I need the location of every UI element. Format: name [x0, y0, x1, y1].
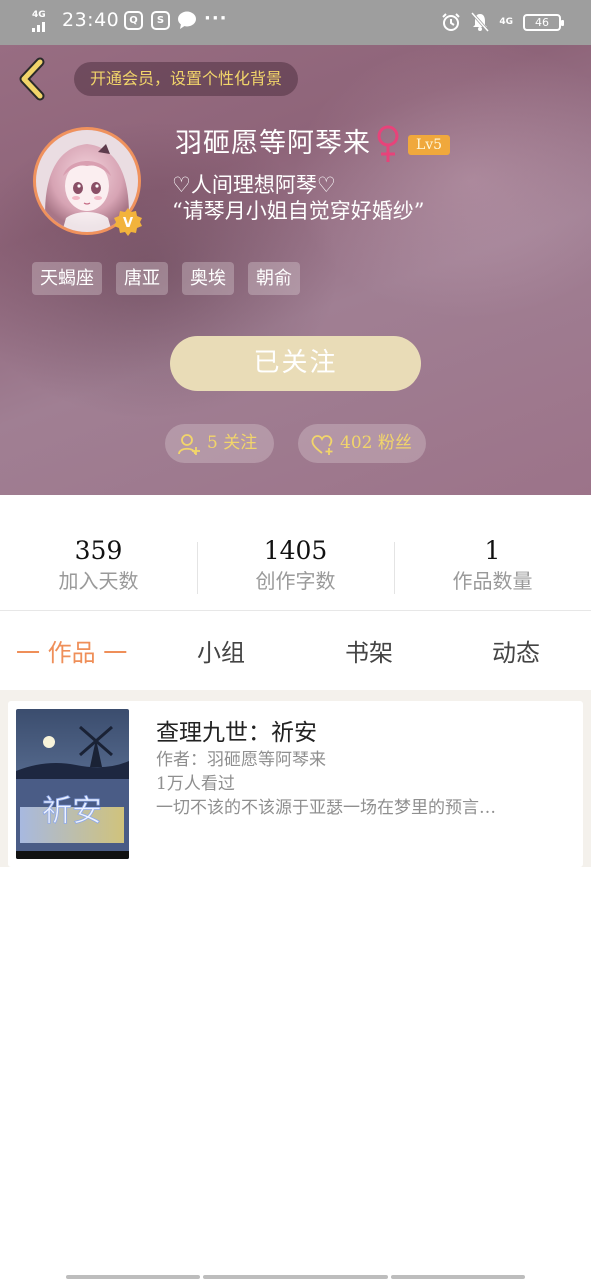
work-title: 查理九世：祈安 — [156, 720, 317, 746]
user-nickname: 羽砸愿等阿琴来 — [175, 128, 371, 159]
stat-label: 加入天数 — [58, 569, 139, 593]
gesture-bar-center — [203, 1275, 388, 1279]
work-views: 1万人看过 — [156, 774, 235, 794]
stat-works-count: 1 作品数量 — [394, 535, 591, 599]
svg-text:V: V — [123, 216, 133, 231]
stat-label: 作品数量 — [452, 569, 533, 593]
tag-item[interactable]: 天蝎座 — [32, 262, 102, 295]
vip-background-prompt[interactable]: 开通会员，设置个性化背景 — [74, 62, 299, 96]
chat-bubble-icon — [178, 11, 196, 29]
work-item[interactable]: 祈安 查理九世：祈安 作者：羽砸愿等阿琴来 1万人看过 一切不该的不该源于亚瑟一… — [8, 701, 583, 867]
gesture-bar-left — [66, 1275, 200, 1279]
following-label: 5 关注 — [207, 433, 258, 453]
qq-icon: Q — [124, 11, 143, 30]
tab-group[interactable]: 小组 — [197, 628, 245, 678]
following-count-button[interactable]: 5 关注 — [165, 424, 274, 463]
tab-feed[interactable]: 动态 — [492, 628, 540, 678]
user-add-icon — [178, 433, 200, 455]
network-4g-icon: 4G — [499, 16, 513, 27]
tab-works[interactable]: 一 作品 一 — [16, 628, 127, 678]
user-stats: 359 加入天数 1405 创作字数 1 作品数量 — [0, 535, 591, 599]
verified-v-icon: V — [114, 208, 142, 236]
signal-icon: 4G — [32, 10, 52, 32]
mute-bell-icon — [471, 12, 490, 32]
profile-tags: 天蝎座 唐亚 奥埃 朝俞 — [32, 262, 300, 295]
status-time: 23:40 — [62, 9, 120, 31]
signature-line-2: “请琴月小姐自觉穿好婚纱” — [172, 199, 425, 223]
divider — [0, 610, 591, 611]
level-badge: Lv5 — [408, 135, 450, 155]
back-arrow-icon[interactable] — [14, 56, 50, 102]
followed-button[interactable]: 已关注 — [170, 336, 421, 391]
stat-value: 359 — [74, 536, 123, 565]
book-cover-image: 祈安 — [16, 709, 129, 859]
avatar[interactable]: V — [33, 127, 142, 236]
alarm-icon — [442, 13, 461, 31]
svg-text:祈安: 祈安 — [42, 794, 102, 829]
tab-bookshelf[interactable]: 书架 — [345, 628, 393, 678]
stat-value: 1 — [484, 536, 501, 565]
female-gender-icon — [377, 125, 399, 162]
profile-tabs: 一 作品 一 小组 书架 动态 — [0, 628, 591, 678]
profile-header: 4G 23:40 Q S ··· 4G 46 开通会员，设置个性化背景 V 羽砸… — [0, 0, 591, 495]
tag-item[interactable]: 奥埃 — [182, 262, 234, 295]
status-bar: 4G 23:40 Q S ··· 4G 46 — [0, 0, 591, 45]
stat-days-joined: 359 加入天数 — [0, 535, 197, 599]
tag-item[interactable]: 唐亚 — [116, 262, 168, 295]
stat-value: 1405 — [263, 536, 328, 565]
more-notifications-icon: ··· — [204, 8, 228, 29]
stat-word-count: 1405 创作字数 — [197, 535, 394, 599]
stat-label: 创作字数 — [255, 569, 336, 593]
fans-count-button[interactable]: 402 粉丝 — [298, 424, 426, 463]
battery-icon: 46 — [523, 13, 564, 31]
heart-plus-icon — [311, 434, 333, 455]
tag-item[interactable]: 朝俞 — [248, 262, 300, 295]
sina-icon: S — [151, 11, 170, 30]
signature-line-1: ♡人间理想阿琴♡ — [172, 173, 336, 197]
work-description: 一切不该的不该源于亚瑟一场在梦里的预言… — [156, 798, 496, 818]
fans-label: 402 粉丝 — [340, 433, 412, 453]
gesture-bar-right — [391, 1275, 525, 1279]
work-author: 作者：羽砸愿等阿琴来 — [156, 750, 326, 770]
